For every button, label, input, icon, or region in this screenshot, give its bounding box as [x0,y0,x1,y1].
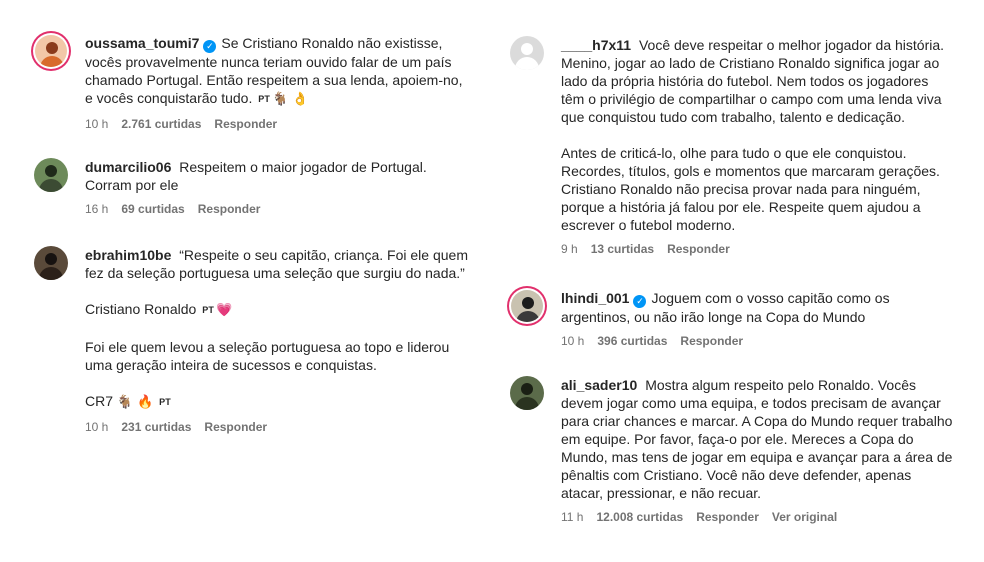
avatar[interactable] [510,376,544,410]
likes-count[interactable]: 69 curtidas [121,202,184,216]
avatar[interactable] [34,246,68,280]
username[interactable]: dumarcilio06 [85,159,171,175]
comment-text: ebrahim10be “Respeite o seu capitão, cri… [85,247,468,410]
timestamp: 11 h [561,510,584,524]
reply-button[interactable]: Responder [204,420,267,434]
avatar[interactable] [511,290,543,322]
likes-count[interactable]: 2.761 curtidas [121,117,201,131]
comment-meta: 9 h 13 curtidas Responder [561,242,955,256]
reply-button[interactable]: Responder [696,510,759,524]
comment-lhindi: lhindi_001 ✓ Joguem com o vosso capitão co… [510,289,955,348]
reply-button[interactable]: Responder [198,202,261,216]
comment-ali-sader: ali_sader10 Mostra algum respeito pelo R… [510,376,955,524]
timestamp: 10 h [85,420,109,434]
likes-count[interactable]: 396 curtidas [597,334,667,348]
likes-count[interactable]: 231 curtidas [121,420,191,434]
comment-meta: 16 h 69 curtidas Responder [85,202,474,216]
flag-pt: PT [202,305,215,315]
comment-meta: 10 h 2.761 curtidas Responder [85,117,474,131]
reply-button[interactable]: Responder [680,334,743,348]
see-original-button[interactable]: Ver original [772,510,837,524]
comment-text: ali_sader10 Mostra algum respeito pelo R… [561,377,953,501]
comment-text: dumarcilio06 Respeitem o maior jogador d… [85,159,427,193]
username[interactable]: ____h7x11 [561,37,631,53]
comment-meta: 10 h 396 curtidas Responder [561,334,955,348]
comment-text: oussama_toumi7 ✓ Se Cristiano Ronaldo não … [85,35,463,107]
heart-emoji: 💗 [216,303,233,318]
flag-pt: PT [159,397,171,407]
comment-oussama: oussama_toumi7 ✓ Se Cristiano Ronaldo não … [34,34,474,131]
avatar-default[interactable] [510,36,544,70]
flag-pt: PT [258,94,271,104]
goat-emoji: 🐐 [116,395,134,410]
timestamp: 16 h [85,202,109,216]
comment-text: lhindi_001 ✓ Joguem com o vosso capitão co… [561,290,890,325]
comment-meta: 10 h 231 curtidas Responder [85,420,474,434]
username[interactable]: ebrahim10be [85,247,171,263]
comment-h7x11: ____h7x11 Você deve respeitar o melhor j… [510,36,955,256]
username[interactable]: oussama_toumi7 [85,35,199,51]
ok-hand-emoji: 👌 [292,92,309,107]
timestamp: 9 h [561,242,578,256]
verified-badge-icon: ✓ [203,40,217,53]
timestamp: 10 h [85,117,109,131]
verified-badge-icon: ✓ [633,295,647,308]
username[interactable]: lhindi_001 [561,290,629,306]
comment-dumarcilio: dumarcilio06 Respeitem o maior jogador d… [34,158,474,216]
comment-meta: 11 h 12.008 curtidas Responder Ver origi… [561,510,955,524]
likes-count[interactable]: 12.008 curtidas [596,510,683,524]
comment-ebrahim: ebrahim10be “Respeite o seu capitão, cri… [34,246,474,434]
fire-emoji: 🔥 [136,395,154,410]
timestamp: 10 h [561,334,585,348]
avatar[interactable] [34,158,68,192]
username[interactable]: ali_sader10 [561,377,637,393]
reply-button[interactable]: Responder [214,117,277,131]
goat-emoji: 🐐 [272,92,289,107]
comment-text: ____h7x11 Você deve respeitar o melhor j… [561,37,945,233]
reply-button[interactable]: Responder [667,242,730,256]
avatar[interactable] [35,35,67,67]
likes-count[interactable]: 13 curtidas [591,242,654,256]
